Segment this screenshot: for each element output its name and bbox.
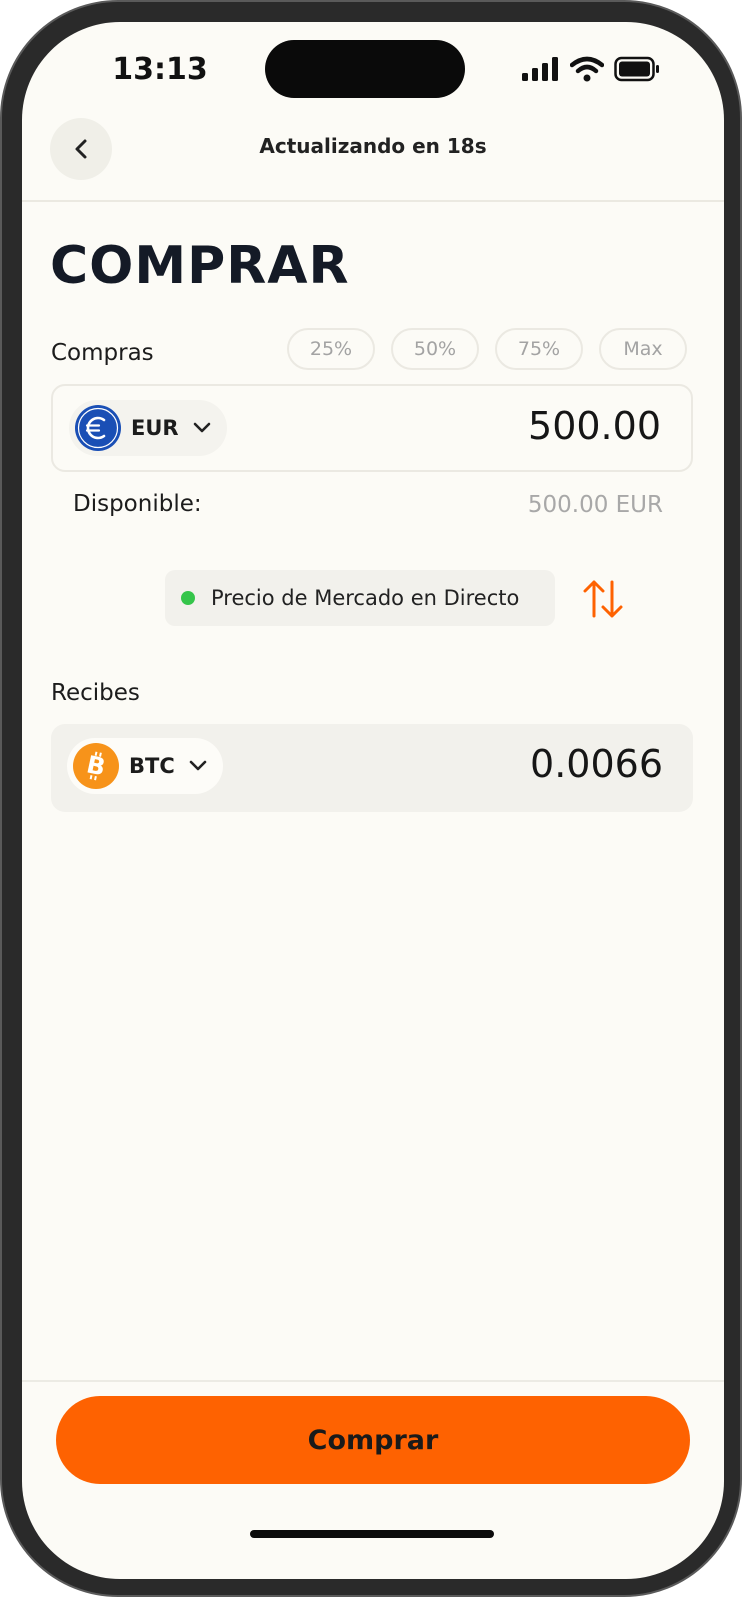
- header-divider: [22, 200, 724, 202]
- pay-currency-selector[interactable]: EUR: [69, 400, 227, 456]
- euro-coin-icon: [75, 405, 121, 451]
- home-indicator: [250, 1530, 494, 1538]
- receive-amount-value: 0.0066: [530, 742, 663, 786]
- pay-currency-code: EUR: [131, 416, 179, 440]
- percent-25-button[interactable]: 25%: [287, 328, 375, 370]
- pay-amount-card: EUR 500.00: [51, 384, 693, 472]
- page-title: COMPRAR: [50, 236, 350, 296]
- available-value: 500.00 EUR: [527, 492, 663, 518]
- available-label: Disponible:: [73, 491, 202, 517]
- chevron-down-icon: [189, 760, 207, 771]
- refresh-status: Actualizando en 18s: [259, 134, 487, 158]
- bottom-divider: [22, 1380, 724, 1382]
- wifi-icon: [570, 56, 604, 82]
- percent-75-button[interactable]: 75%: [495, 328, 583, 370]
- receive-currency-code: BTC: [129, 754, 175, 778]
- status-time: 13:13: [112, 52, 208, 87]
- battery-icon: [614, 56, 659, 82]
- percent-options: 25% 50% 75% Max: [287, 328, 687, 370]
- live-status-dot: [181, 591, 195, 605]
- pay-label: Compras: [51, 340, 154, 366]
- dynamic-island: [265, 40, 465, 98]
- swap-arrows-icon[interactable]: [580, 576, 626, 622]
- receive-currency-selector[interactable]: B BTC: [67, 738, 223, 794]
- percent-50-button[interactable]: 50%: [391, 328, 479, 370]
- pay-amount-input[interactable]: 500.00: [528, 404, 661, 448]
- receive-amount-card: B BTC 0.0066: [51, 724, 693, 812]
- app-screen: 13:13 Actualizando en 18s COMPRAR Compra…: [22, 22, 724, 1579]
- signal-icon: [522, 57, 558, 81]
- market-price-indicator: Precio de Mercado en Directo: [165, 570, 555, 626]
- phone-frame: 13:13 Actualizando en 18s COMPRAR Compra…: [0, 0, 742, 1597]
- market-price-label: Precio de Mercado en Directo: [211, 586, 520, 610]
- buy-button[interactable]: Comprar: [56, 1396, 690, 1484]
- percent-max-button[interactable]: Max: [599, 328, 687, 370]
- status-icons: [522, 54, 660, 84]
- receive-label: Recibes: [51, 680, 140, 706]
- chevron-down-icon: [193, 422, 210, 433]
- bitcoin-coin-icon: B: [73, 743, 119, 789]
